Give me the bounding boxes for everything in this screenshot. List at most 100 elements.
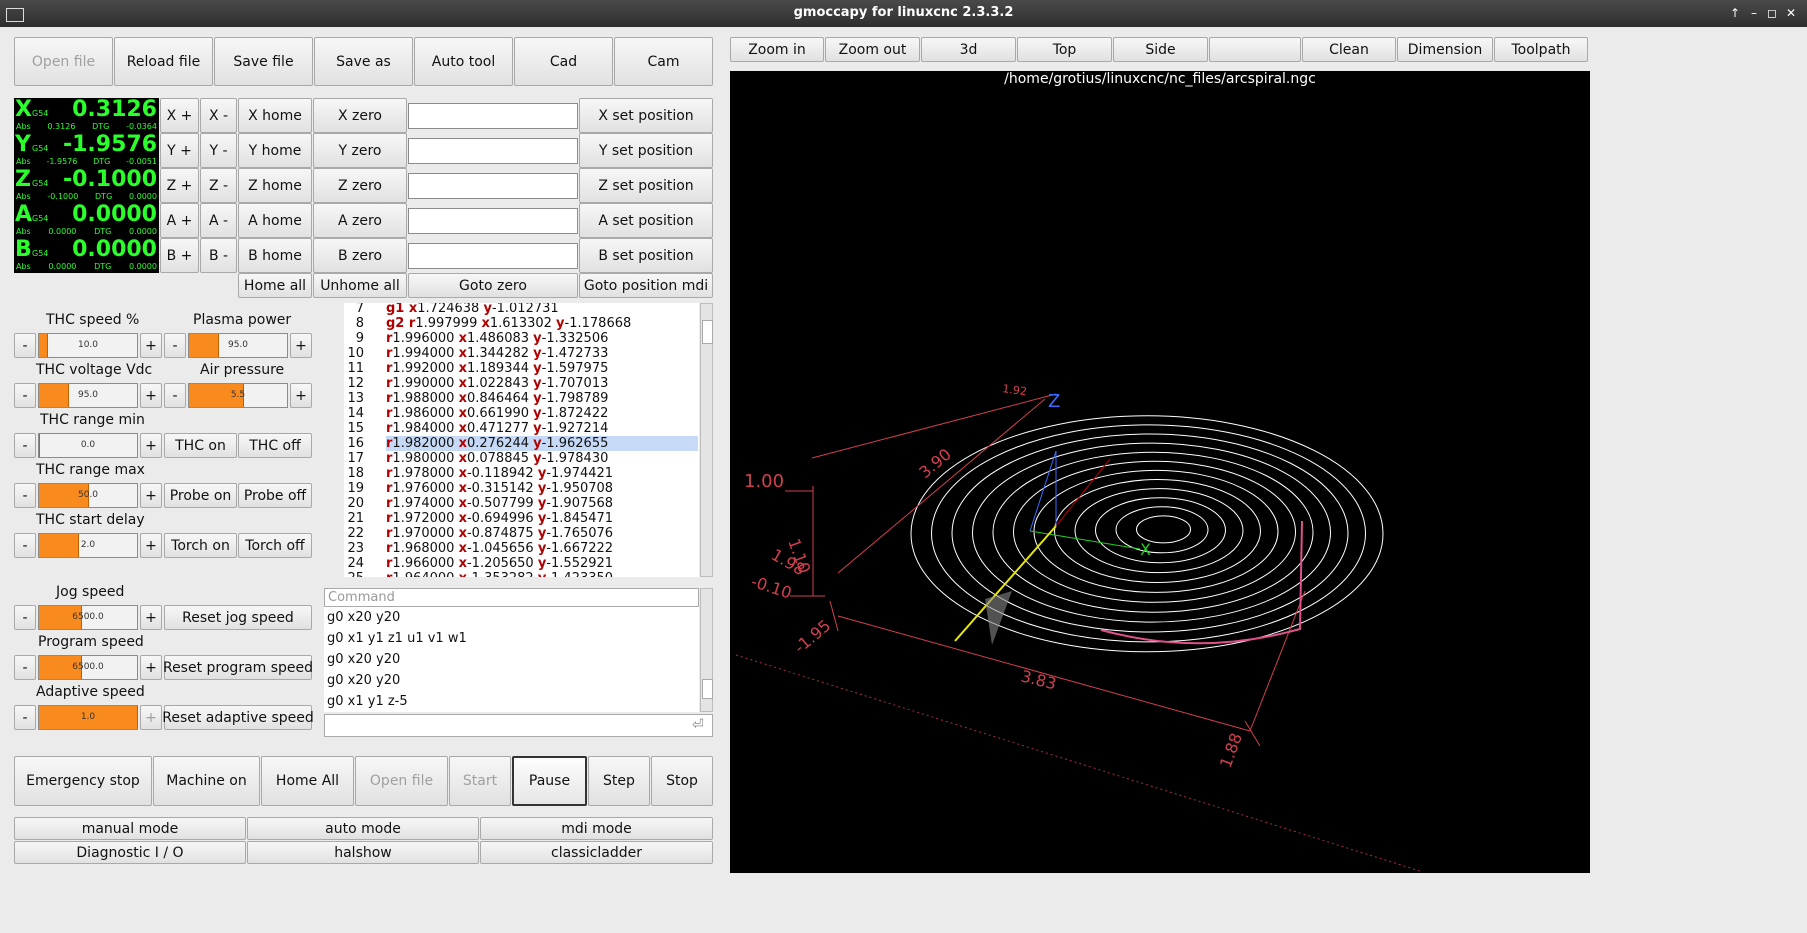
view-3d-button[interactable]: 3d — [921, 37, 1016, 62]
gcode-line[interactable]: 12 r1.990000 x1.022843 y-1.707013 — [344, 376, 699, 391]
toolpath-button[interactable]: Toolpath — [1494, 37, 1588, 62]
reset-adaptive-speed-button[interactable]: Reset adaptive speed — [162, 705, 314, 730]
goto-position-mdi-button[interactable]: Goto position mdi — [579, 273, 713, 298]
a-home-button[interactable]: A home — [238, 203, 312, 238]
thc-voltage-plus-button[interactable]: + — [140, 383, 162, 408]
gcode-line[interactable]: 14 r1.986000 x0.661990 y-1.872422 — [344, 406, 699, 421]
goto-zero-button[interactable]: Goto zero — [408, 273, 578, 298]
b-position-input[interactable] — [408, 243, 578, 269]
start-button[interactable]: Start — [449, 756, 511, 806]
jog-a-plus-button[interactable]: A + — [160, 203, 199, 238]
gcode-line[interactable]: 11 r1.992000 x1.189344 y-1.597975 — [344, 361, 699, 376]
probe-on-button[interactable]: Probe on — [164, 483, 237, 508]
thc-range-max-minus-button[interactable]: - — [14, 483, 36, 508]
thc-start-delay-minus-button[interactable]: - — [14, 533, 36, 558]
open-file-button[interactable]: Open file — [14, 37, 113, 86]
auto-mode-button[interactable]: auto mode — [247, 817, 479, 840]
x-home-button[interactable]: X home — [238, 98, 312, 133]
pause-button[interactable]: Pause — [512, 756, 587, 806]
view-side-button[interactable]: Side — [1113, 37, 1208, 62]
view-top-button[interactable]: Top — [1017, 37, 1112, 62]
program-speed-minus-button[interactable]: - — [14, 655, 36, 680]
thc-speed-slider[interactable]: 10.0 — [38, 333, 138, 358]
jog-x-plus-button[interactable]: X + — [160, 98, 199, 133]
mdi-history-item[interactable]: g0 x20 y20 — [327, 610, 400, 625]
b-zero-button[interactable]: B zero — [313, 238, 407, 273]
diagnostic-io-button[interactable]: Diagnostic I / O — [14, 841, 246, 864]
air-pressure-plus-button[interactable]: + — [290, 383, 312, 408]
z-position-input[interactable] — [408, 173, 578, 199]
gcode-line[interactable]: 24 r1.966000 x-1.205650 y-1.552921 — [344, 556, 699, 571]
gcode-line[interactable]: 9 r1.996000 x1.486083 y-1.332506 — [344, 331, 699, 346]
thc-voltage-slider[interactable]: 95.0 — [38, 383, 138, 408]
mdi-history-list[interactable]: g0 x20 y20 g0 x1 y1 z1 u1 v1 w1 g0 x20 y… — [324, 607, 699, 712]
dro-z[interactable]: Z G54 -0.1000 Abs -0.1000 DTG 0.0000 — [14, 167, 159, 203]
probe-off-button[interactable]: Probe off — [238, 483, 312, 508]
thc-start-delay-slider[interactable]: 2.0 — [38, 533, 138, 558]
dro-y[interactable]: Y G54 -1.9576 Abs -1.9576 DTG -0.0051 — [14, 132, 159, 168]
thc-range-min-plus-button[interactable]: + — [140, 433, 162, 458]
dro-x[interactable]: X G54 0.3126 Abs 0.3126 DTG -0.0364 — [14, 97, 159, 133]
mdi-history-scrollbar[interactable] — [700, 588, 713, 712]
thc-start-delay-plus-button[interactable]: + — [140, 533, 162, 558]
adaptive-speed-plus-button[interactable]: + — [140, 705, 162, 730]
z-zero-button[interactable]: Z zero — [313, 168, 407, 203]
jog-b-plus-button[interactable]: B + — [160, 238, 199, 273]
gcode-line[interactable]: 23 r1.968000 x-1.045656 y-1.667222 — [344, 541, 699, 556]
auto-tool-button[interactable]: Auto tool — [414, 37, 513, 86]
jog-speed-plus-button[interactable]: + — [140, 605, 162, 630]
zoom-out-button[interactable]: Zoom out — [825, 37, 920, 62]
a-set-position-button[interactable]: A set position — [579, 203, 713, 238]
jog-speed-minus-button[interactable]: - — [14, 605, 36, 630]
window-minimize-icon[interactable]: – — [1745, 4, 1763, 22]
zoom-in-button[interactable]: Zoom in — [730, 37, 824, 62]
mdi-history-item[interactable]: g0 x20 y20 — [327, 673, 400, 688]
dro-b[interactable]: B G54 0.0000 Abs 0.0000 DTG 0.0000 — [14, 237, 159, 273]
reset-program-speed-button[interactable]: Reset program speed — [163, 655, 313, 680]
x-zero-button[interactable]: X zero — [313, 98, 407, 133]
save-file-button[interactable]: Save file — [214, 37, 313, 86]
x-set-position-button[interactable]: X set position — [579, 98, 713, 133]
mdi-history-item[interactable]: g0 x1 y1 z-5 — [327, 694, 408, 709]
window-maximize-icon[interactable]: ◻ — [1763, 4, 1781, 22]
mdi-history-item[interactable]: g0 x20 y20 — [327, 652, 400, 667]
thc-on-button[interactable]: THC on — [164, 433, 237, 458]
thc-range-min-slider[interactable]: 0.0 — [38, 433, 138, 458]
toolpath-preview[interactable]: /home/grotius/linuxcnc/nc_files/arcspira… — [730, 71, 1590, 873]
thc-speed-plus-button[interactable]: + — [140, 333, 162, 358]
air-pressure-slider[interactable]: 5.5 — [188, 383, 288, 408]
gcode-line[interactable]: 7 g1 x1.724638 y-1.012731 — [344, 303, 699, 316]
thc-off-button[interactable]: THC off — [238, 433, 312, 458]
thc-speed-minus-button[interactable]: - — [14, 333, 36, 358]
jog-z-minus-button[interactable]: Z - — [200, 168, 237, 203]
gcode-scrollbar[interactable] — [700, 303, 713, 577]
jog-x-minus-button[interactable]: X - — [200, 98, 237, 133]
halshow-button[interactable]: halshow — [247, 841, 479, 864]
y-zero-button[interactable]: Y zero — [313, 133, 407, 168]
gcode-line[interactable]: 8 g2 r1.997999 x1.613302 y-1.178668 — [344, 316, 699, 331]
z-set-position-button[interactable]: Z set position — [579, 168, 713, 203]
gcode-line[interactable]: 18 r1.978000 x-0.118942 y-1.974421 — [344, 466, 699, 481]
thc-range-max-plus-button[interactable]: + — [140, 483, 162, 508]
machine-on-button[interactable]: Machine on — [153, 756, 260, 806]
thc-range-min-minus-button[interactable]: - — [14, 433, 36, 458]
b-home-button[interactable]: B home — [238, 238, 312, 273]
air-pressure-minus-button[interactable]: - — [164, 383, 186, 408]
plasma-power-slider[interactable]: 95.0 — [188, 333, 288, 358]
program-speed-slider[interactable]: 6500.0 — [38, 655, 138, 680]
jog-y-minus-button[interactable]: Y - — [200, 133, 237, 168]
program-speed-plus-button[interactable]: + — [140, 655, 162, 680]
cad-button[interactable]: Cad — [514, 37, 613, 86]
jog-a-minus-button[interactable]: A - — [200, 203, 237, 238]
manual-mode-button[interactable]: manual mode — [14, 817, 246, 840]
unhome-all-button[interactable]: Unhome all — [313, 273, 407, 298]
adaptive-speed-slider[interactable]: 1.0 — [38, 705, 138, 730]
stop-button[interactable]: Stop — [651, 756, 713, 806]
z-home-button[interactable]: Z home — [238, 168, 312, 203]
b-set-position-button[interactable]: B set position — [579, 238, 713, 273]
emergency-stop-button[interactable]: Emergency stop — [14, 756, 152, 806]
x-position-input[interactable] — [408, 103, 578, 129]
thc-voltage-minus-button[interactable]: - — [14, 383, 36, 408]
gcode-line[interactable]: 20 r1.974000 x-0.507799 y-1.907568 — [344, 496, 699, 511]
home-all-button[interactable]: Home all — [238, 273, 312, 298]
